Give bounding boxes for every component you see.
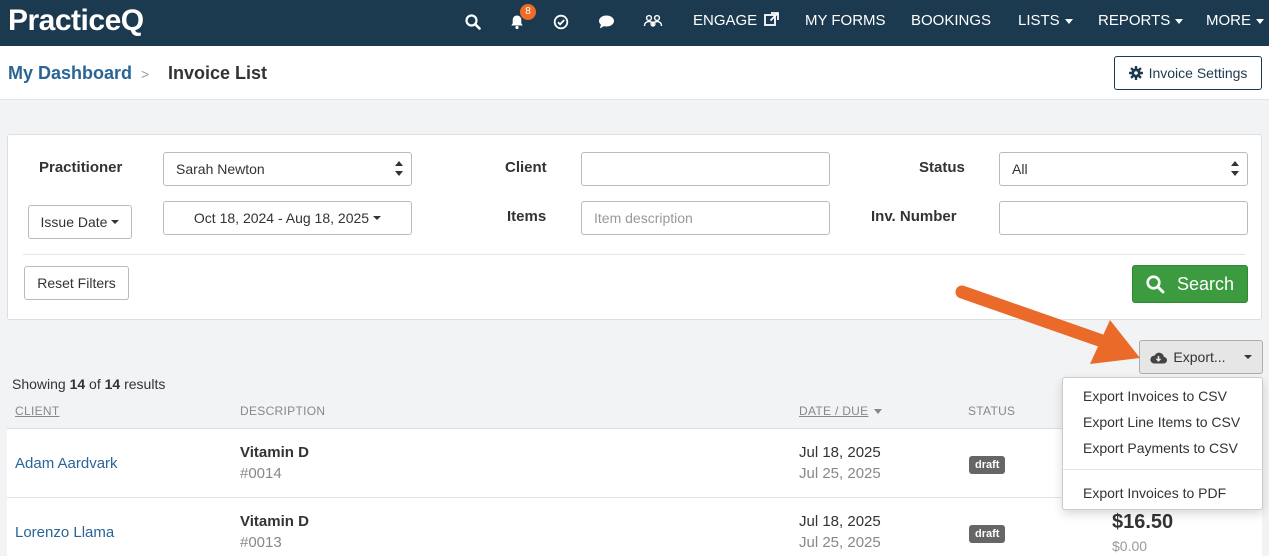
nav-lists-label: LISTS <box>1018 12 1060 29</box>
results-shown: 14 <box>69 376 86 392</box>
search-label: Search <box>1176 273 1235 294</box>
logo-text: Practice <box>8 4 121 37</box>
table-header: CLIENT DESCRIPTION DATE / DUE STATUS <box>7 394 1063 429</box>
practitioner-select[interactable]: Sarah Newton <box>163 152 412 186</box>
chevron-down-icon <box>1064 18 1073 24</box>
search-icon[interactable] <box>461 10 485 34</box>
select-arrows-icon <box>395 161 403 177</box>
filter-divider <box>23 254 1245 255</box>
breadcrumb-separator: > <box>141 66 150 82</box>
search-icon <box>1146 274 1165 293</box>
results-middle: of <box>85 376 105 392</box>
results-prefix: Showing <box>12 376 70 392</box>
status-badge: draft <box>969 456 1006 474</box>
invoice-settings-label: Invoice Settings <box>1148 65 1248 81</box>
search-button[interactable]: Search <box>1132 265 1248 303</box>
export-label: Export... <box>1173 349 1226 365</box>
nav-bookings[interactable]: BOOKINGS <box>911 0 991 46</box>
breadcrumb: My Dashboard > Invoice List Invoice Sett… <box>0 46 1269 100</box>
column-status: STATUS <box>968 404 1016 418</box>
status-select[interactable]: All <box>999 152 1248 186</box>
status-label: Status <box>919 159 965 176</box>
nav-reports-label: REPORTS <box>1098 12 1171 29</box>
export-invoices-pdf[interactable]: Export Invoices to PDF <box>1083 485 1226 501</box>
items-input[interactable]: Item description <box>581 201 830 235</box>
export-invoices-csv[interactable]: Export Invoices to CSV <box>1083 388 1227 404</box>
nav-lists[interactable]: LISTS <box>1018 0 1073 46</box>
client-link[interactable]: Lorenzo Llama <box>15 524 114 541</box>
top-navbar: PracticeQ 8 ENGAGE MY FORMS BOOKINGS LIS… <box>0 0 1269 46</box>
invoice-date: Jul 18, 2025 <box>799 513 881 530</box>
check-circle-icon[interactable] <box>549 10 573 34</box>
date-range-picker[interactable]: Oct 18, 2024 - Aug 18, 2025 <box>163 201 412 235</box>
export-payments-csv[interactable]: Export Payments to CSV <box>1083 440 1238 456</box>
gear-icon <box>1128 66 1143 80</box>
nav-more[interactable]: MORE <box>1206 0 1264 46</box>
invoice-description: Vitamin D <box>240 444 309 461</box>
invoice-date: Jul 18, 2025 <box>799 444 881 461</box>
invoice-total: $16.50 <box>1112 511 1174 533</box>
column-date-due-label: DATE / DUE <box>799 404 869 418</box>
chevron-down-icon <box>373 216 382 220</box>
invoice-number: #0013 <box>240 534 282 551</box>
chevron-down-icon <box>1256 18 1264 24</box>
reset-filters-button[interactable]: Reset Filters <box>24 266 129 300</box>
nav-reports[interactable]: REPORTS <box>1098 0 1184 46</box>
date-range-value: Oct 18, 2024 - Aug 18, 2025 <box>193 210 370 226</box>
external-link-icon <box>764 12 780 26</box>
invoice-settings-button[interactable]: Invoice Settings <box>1114 56 1262 90</box>
export-dropdown-menu: Export Invoices to CSV Export Line Items… <box>1062 377 1263 510</box>
results-total: 14 <box>104 376 121 392</box>
chevron-down-icon <box>111 220 120 224</box>
nav-my-forms[interactable]: MY FORMS <box>805 0 886 46</box>
column-client[interactable]: CLIENT <box>15 404 59 418</box>
column-description: DESCRIPTION <box>240 404 326 418</box>
nav-engage-label: ENGAGE <box>693 12 758 29</box>
practitioner-label: Practitioner <box>39 159 123 176</box>
inv-number-label: Inv. Number <box>871 208 957 225</box>
group-icon[interactable] <box>641 10 665 34</box>
export-line-items-csv[interactable]: Export Line Items to CSV <box>1083 414 1240 430</box>
notification-badge: 8 <box>520 4 536 20</box>
sort-desc-icon <box>874 409 883 415</box>
page-title: Invoice List <box>168 63 268 83</box>
nav-more-label: MORE <box>1206 12 1251 29</box>
select-arrows-icon <box>1231 161 1239 177</box>
results-suffix: results <box>120 376 166 392</box>
date-type-dropdown[interactable]: Issue Date <box>28 205 132 239</box>
column-date-due[interactable]: DATE / DUE <box>799 404 883 418</box>
chevron-down-icon <box>1175 18 1184 24</box>
cloud-download-icon <box>1150 352 1168 364</box>
client-input[interactable] <box>581 152 830 186</box>
breadcrumb-dashboard-link[interactable]: My Dashboard <box>8 63 132 84</box>
client-link[interactable]: Adam Aardvark <box>15 455 118 472</box>
invoice-number: #0014 <box>240 465 282 482</box>
date-type-label: Issue Date <box>40 214 108 230</box>
nav-engage[interactable]: ENGAGE <box>693 0 780 46</box>
status-badge: draft <box>969 525 1006 543</box>
invoice-due-date: Jul 25, 2025 <box>799 465 881 482</box>
status-value: All <box>1012 161 1028 177</box>
practitioner-value: Sarah Newton <box>176 161 265 177</box>
menu-divider <box>1063 469 1262 470</box>
invoice-due-date: Jul 25, 2025 <box>799 534 881 551</box>
client-label: Client <box>505 159 547 176</box>
inv-number-input[interactable] <box>999 201 1248 235</box>
results-count: Showing 14 of 14 results <box>12 376 165 392</box>
items-label: Items <box>507 208 547 225</box>
logo-q: Q <box>120 4 144 37</box>
practiceq-logo[interactable]: PracticeQ <box>8 3 144 39</box>
invoice-paid: $0.00 <box>1112 538 1148 554</box>
filter-panel: Practitioner Sarah Newton Client Status … <box>7 134 1262 320</box>
export-button[interactable]: Export... <box>1139 340 1263 374</box>
invoice-description: Vitamin D <box>240 513 309 530</box>
chat-bubble-icon[interactable] <box>594 10 618 34</box>
chevron-down-icon <box>1243 355 1252 359</box>
